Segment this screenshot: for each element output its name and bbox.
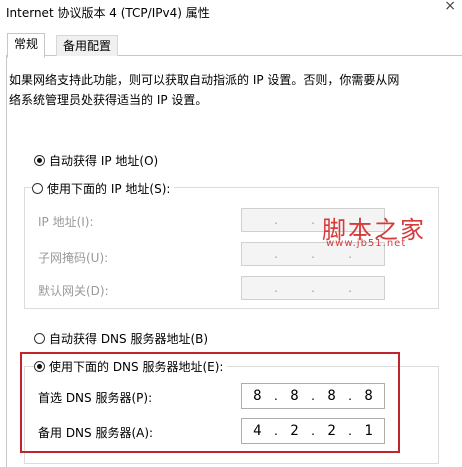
octet-separator: .: [348, 281, 352, 295]
tab-general[interactable]: 常规: [7, 33, 46, 58]
close-icon[interactable]: ×: [444, 0, 456, 14]
watermark-url: www.jb51.net: [326, 238, 407, 249]
auto-ip-radio[interactable]: [34, 155, 45, 166]
watermark: 脚本之家 www.jb51.net: [322, 210, 426, 249]
manual-ip-radio[interactable]: [32, 183, 43, 194]
subnet-mask-label: 子网掩码(U):: [38, 251, 109, 265]
auto-dns-radio[interactable]: [34, 333, 45, 344]
default-gateway-input[interactable]: . . .: [241, 276, 385, 300]
octet-separator: .: [273, 247, 278, 261]
auto-ip-label: 自动获得 IP 地址(O): [49, 154, 159, 168]
ip-address-label: IP 地址(I):: [38, 215, 94, 229]
window-title: Internet 协议版本 4 (TCP/IPv4) 属性: [6, 6, 210, 20]
description-line: 如果网络支持此功能，则可以获取自动指派的 IP 设置。否则，你需要从网: [9, 73, 400, 87]
octet-separator: .: [273, 281, 278, 295]
tab-alternate-config[interactable]: 备用配置: [56, 35, 119, 56]
auto-dns-label: 自动获得 DNS 服务器地址(B): [49, 332, 209, 346]
description-line: 络系统管理员处获得适当的 IP 设置。: [9, 93, 208, 107]
title-bar: Internet 协议版本 4 (TCP/IPv4) 属性 ×: [0, 0, 462, 28]
auto-ip-option[interactable]: 自动获得 IP 地址(O): [34, 152, 163, 169]
octet-separator: .: [311, 281, 315, 295]
manual-ip-option[interactable]: 使用下面的 IP 地址(S):: [32, 180, 175, 197]
highlight-box: [20, 352, 400, 453]
default-gateway-label: 默认网关(D):: [38, 284, 109, 298]
auto-dns-option[interactable]: 自动获得 DNS 服务器地址(B): [34, 330, 213, 347]
octet-separator: .: [311, 247, 315, 261]
octet-separator: .: [273, 213, 278, 227]
octet-separator: .: [348, 247, 352, 261]
description: 如果网络支持此功能，则可以获取自动指派的 IP 设置。否则，你需要从网 络系统管…: [9, 70, 449, 110]
manual-ip-label: 使用下面的 IP 地址(S):: [47, 182, 171, 196]
octet-separator: .: [311, 213, 315, 227]
